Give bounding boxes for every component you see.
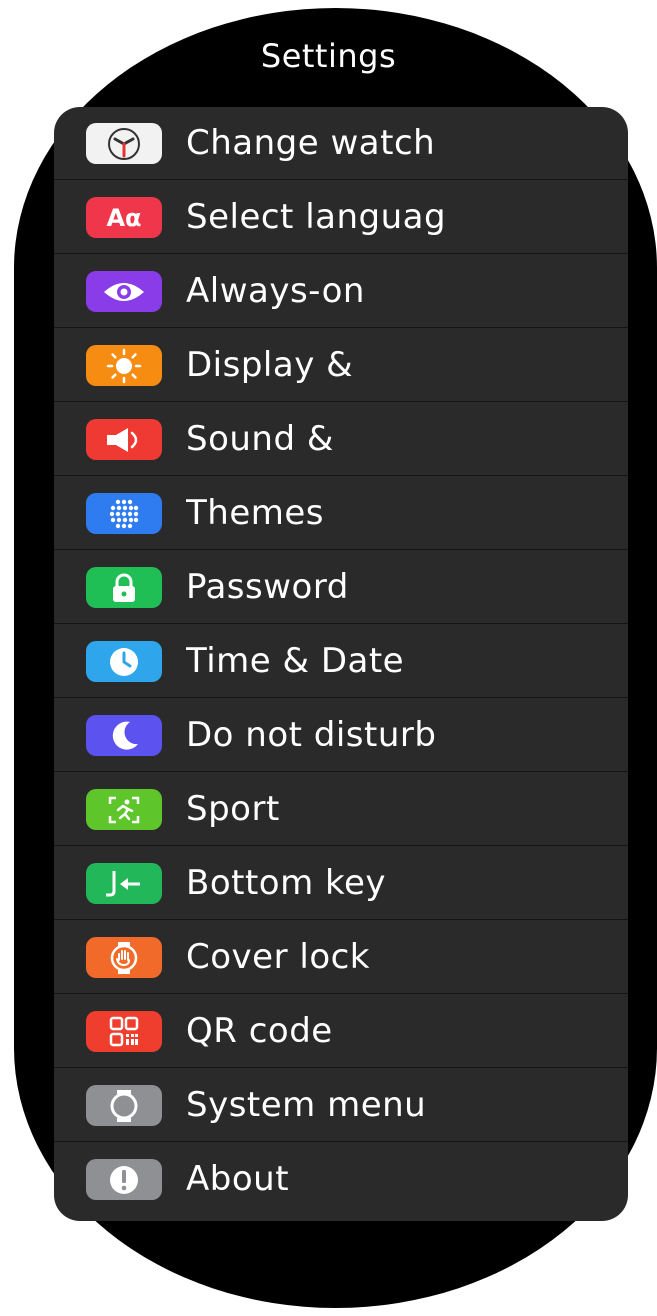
divider [54, 771, 628, 772]
bottom-key-icon [86, 863, 162, 904]
settings-item-bottom-key[interactable]: Bottom key [54, 847, 628, 920]
settings-item-change-watch[interactable]: Change watch [54, 107, 628, 180]
divider [54, 845, 628, 846]
info-icon [86, 1159, 162, 1200]
divider [54, 179, 628, 180]
settings-item-always-on[interactable]: Always-on [54, 255, 628, 328]
settings-item-label: Cover lock [186, 937, 370, 977]
settings-item-label: Do not disturb [186, 715, 437, 755]
language-icon: Aα [86, 197, 162, 238]
language-icon-text: Aα [106, 203, 142, 232]
settings-item-label: Select languag [186, 197, 447, 237]
speaker-icon [86, 419, 162, 460]
settings-item-label: Themes [186, 493, 324, 533]
settings-item-qr-code[interactable]: QR code [54, 995, 628, 1068]
divider [54, 623, 628, 624]
divider [54, 401, 628, 402]
divider [54, 1067, 628, 1068]
settings-item-about[interactable]: About [54, 1143, 628, 1216]
settings-item-label: Password [186, 567, 349, 607]
running-icon [86, 789, 162, 830]
eye-icon [86, 271, 162, 312]
divider [54, 919, 628, 920]
settings-item-display[interactable]: Display & [54, 329, 628, 402]
settings-item-label: Bottom key [186, 863, 387, 903]
dots-grid-icon [86, 493, 162, 534]
page-title: Settings [260, 37, 397, 75]
settings-item-sound[interactable]: Sound & [54, 403, 628, 476]
sun-icon [86, 345, 162, 386]
settings-list: Change watch Aα Select languag Always-on [54, 107, 628, 1221]
settings-item-do-not-disturb[interactable]: Do not disturb [54, 699, 628, 772]
divider [54, 697, 628, 698]
settings-item-label: Always-on [186, 271, 365, 311]
settings-item-label: Time & Date [186, 641, 405, 681]
settings-item-select-language[interactable]: Aα Select languag [54, 181, 628, 254]
settings-item-label: Sound & [186, 419, 334, 459]
settings-item-password[interactable]: Password [54, 551, 628, 624]
divider [54, 253, 628, 254]
divider [54, 327, 628, 328]
settings-item-sport[interactable]: Sport [54, 773, 628, 846]
divider [54, 1141, 628, 1142]
divider [54, 475, 628, 476]
moon-icon [86, 715, 162, 756]
settings-item-label: Sport [186, 789, 280, 829]
divider [54, 993, 628, 994]
settings-item-label: Display & [186, 345, 354, 385]
settings-item-label: Change watch [186, 123, 436, 163]
settings-item-themes[interactable]: Themes [54, 477, 628, 550]
hand-lock-icon [86, 937, 162, 978]
watch-face-icon [86, 123, 162, 164]
settings-item-label: System menu [186, 1085, 427, 1125]
settings-item-cover-lock[interactable]: Cover lock [54, 921, 628, 994]
qr-code-icon [86, 1011, 162, 1052]
settings-item-system-menu[interactable]: System menu [54, 1069, 628, 1142]
divider [54, 549, 628, 550]
settings-item-label: QR code [186, 1011, 333, 1051]
lock-icon [86, 567, 162, 608]
settings-item-label: About [186, 1159, 290, 1199]
settings-item-time-date[interactable]: Time & Date [54, 625, 628, 698]
system-watch-icon [86, 1085, 162, 1126]
clock-icon [86, 641, 162, 682]
